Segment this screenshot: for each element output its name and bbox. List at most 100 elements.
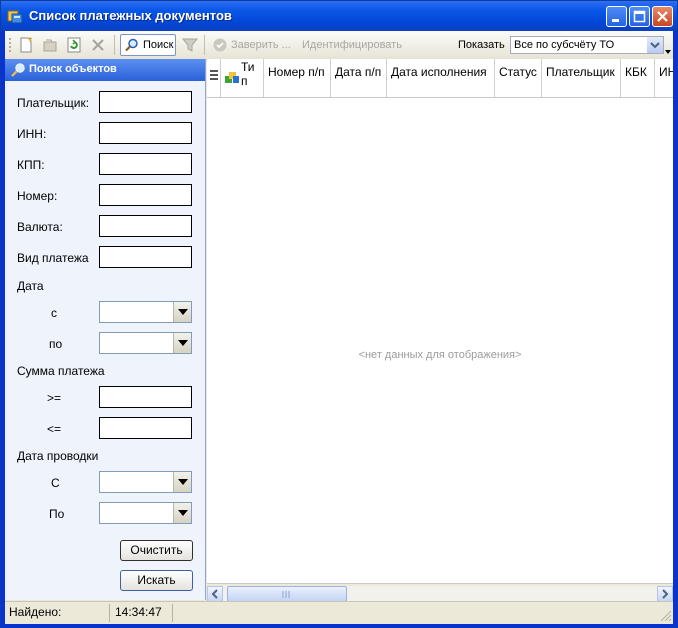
column-header-number[interactable]: Номер п/п: [264, 59, 331, 97]
chevron-down-icon[interactable]: [173, 503, 191, 523]
horizontal-scrollbar[interactable]: [207, 586, 673, 602]
kpp-input[interactable]: [99, 153, 192, 175]
window-title: Список платежных документов: [29, 8, 232, 23]
posting-to-picker[interactable]: [99, 502, 192, 524]
amount-lte-input[interactable]: [99, 417, 192, 439]
column-header-inn[interactable]: ИНН: [655, 59, 673, 97]
chevron-down-icon[interactable]: [173, 333, 191, 353]
posting-from-label: С: [51, 476, 60, 490]
status-bar: Найдено: 14:34:47: [5, 601, 673, 624]
client-area: Поиск Заверить ... Идентифицировать Пока…: [5, 31, 673, 624]
title-bar[interactable]: Список платежных документов: [1, 1, 677, 31]
column-header-kbk[interactable]: КБК: [621, 59, 655, 97]
search-form: Плательщик: ИНН: КПП: Номер: Валюта: Вид…: [5, 81, 205, 600]
toolbar-grip-icon: [9, 38, 11, 52]
inn-label: ИНН:: [17, 127, 47, 141]
column-header-status[interactable]: Статус: [495, 59, 542, 97]
payment-type-input[interactable]: [99, 246, 192, 268]
status-divider: [109, 604, 110, 622]
column-header-type[interactable]: Ти п: [221, 59, 264, 97]
resize-grip-icon[interactable]: [660, 610, 672, 622]
refresh-icon[interactable]: [66, 37, 82, 53]
scroll-right-button[interactable]: [657, 586, 673, 602]
column-label-kbk: КБК: [625, 65, 647, 79]
column-chooser[interactable]: [207, 59, 221, 97]
app-window: Список платежных документов Поиск Завери…: [0, 0, 678, 628]
date-from-picker[interactable]: [99, 301, 192, 323]
inn-input[interactable]: [99, 122, 192, 144]
column-header-payer[interactable]: Плательщик: [542, 59, 621, 97]
show-filter-select[interactable]: Все по субсчёту ТО: [510, 36, 664, 54]
close-icon: [657, 11, 668, 22]
column-label-payer: Плательщик: [546, 65, 615, 79]
scroll-left-button[interactable]: [207, 586, 223, 602]
search-panel-title: Поиск объектов: [29, 63, 117, 75]
column-label-number: Номер п/п: [268, 65, 325, 79]
date-from-label: с: [51, 306, 57, 320]
thumb-grip-icon: [282, 591, 290, 598]
minimize-icon: [612, 19, 619, 22]
kpp-label: КПП:: [17, 158, 45, 172]
close-button[interactable]: [652, 6, 673, 27]
identify-button[interactable]: Идентифицировать: [302, 39, 402, 51]
grid-header: Ти п Номер п/п Дата п/п Дата исполнения …: [207, 59, 673, 98]
posting-from-picker[interactable]: [99, 471, 192, 493]
delete-icon[interactable]: [90, 37, 106, 53]
payer-label: Плательщик:: [17, 96, 90, 110]
magnifier-icon: [11, 63, 25, 77]
payment-type-label: Вид платежа: [17, 251, 89, 265]
chevron-left-icon: [211, 589, 218, 599]
column-label-inn: ИНН: [659, 65, 673, 79]
magnifier-icon: [125, 38, 138, 52]
chevron-down-icon[interactable]: [647, 37, 663, 53]
run-search-button[interactable]: Искать: [120, 570, 193, 591]
certify-icon: [213, 38, 227, 52]
new-document-icon[interactable]: [18, 37, 34, 53]
search-toggle-label: Поиск: [143, 39, 174, 51]
maximize-button[interactable]: [629, 6, 650, 27]
search-toggle-button[interactable]: Поиск: [120, 34, 176, 56]
search-panel-header: Поиск объектов: [5, 59, 205, 81]
date-group-label: Дата: [17, 279, 44, 293]
column-label-type: Ти п: [241, 60, 255, 88]
documents-grid: Ти п Номер п/п Дата п/п Дата исполнения …: [207, 59, 673, 612]
amount-gte-label: >=: [47, 391, 62, 405]
posting-date-group-label: Дата проводки: [17, 449, 99, 463]
status-divider: [172, 604, 173, 622]
scroll-thumb[interactable]: [227, 586, 347, 602]
number-input[interactable]: [99, 184, 192, 206]
maximize-icon: [633, 10, 646, 23]
currency-label: Валюта:: [17, 220, 63, 234]
column-header-date[interactable]: Дата п/п: [331, 59, 387, 97]
posting-to-label: По: [49, 507, 65, 521]
date-to-picker[interactable]: [99, 332, 192, 354]
number-label: Номер:: [17, 189, 58, 203]
app-icon: [7, 10, 23, 24]
column-chooser-icon: [210, 70, 218, 80]
show-label: Показать: [458, 39, 505, 51]
search-panel: Поиск объектов Плательщик: ИНН: КПП: Ном…: [5, 59, 206, 600]
clear-button[interactable]: Очистить: [120, 540, 193, 561]
amount-group-label: Сумма платежа: [17, 364, 105, 378]
found-count-label: Найдено:: [9, 605, 62, 619]
chevron-right-icon: [662, 589, 669, 599]
column-header-execution-date[interactable]: Дата исполнения: [387, 59, 495, 97]
toolbar: Поиск Заверить ... Идентифицировать Пока…: [5, 31, 673, 60]
column-label-date: Дата п/п: [335, 65, 382, 79]
status-time: 14:34:47: [115, 605, 162, 619]
chevron-down-icon[interactable]: [173, 302, 191, 322]
toolbar-overflow-icon[interactable]: [665, 45, 672, 55]
toolbar-separator: [114, 35, 115, 55]
edit-document-icon[interactable]: [42, 37, 58, 53]
column-label-status: Статус: [499, 65, 537, 79]
payer-input[interactable]: [99, 91, 192, 113]
show-filter-value: Все по субсчёту ТО: [514, 39, 615, 51]
certify-button[interactable]: Заверить ...: [231, 39, 291, 51]
filter-icon[interactable]: [182, 37, 198, 53]
empty-grid-message: <нет данных для отображения>: [358, 349, 522, 361]
document-type-icon: [225, 72, 239, 83]
currency-input[interactable]: [99, 215, 192, 237]
minimize-button[interactable]: [606, 6, 627, 27]
amount-gte-input[interactable]: [99, 386, 192, 408]
chevron-down-icon[interactable]: [173, 472, 191, 492]
